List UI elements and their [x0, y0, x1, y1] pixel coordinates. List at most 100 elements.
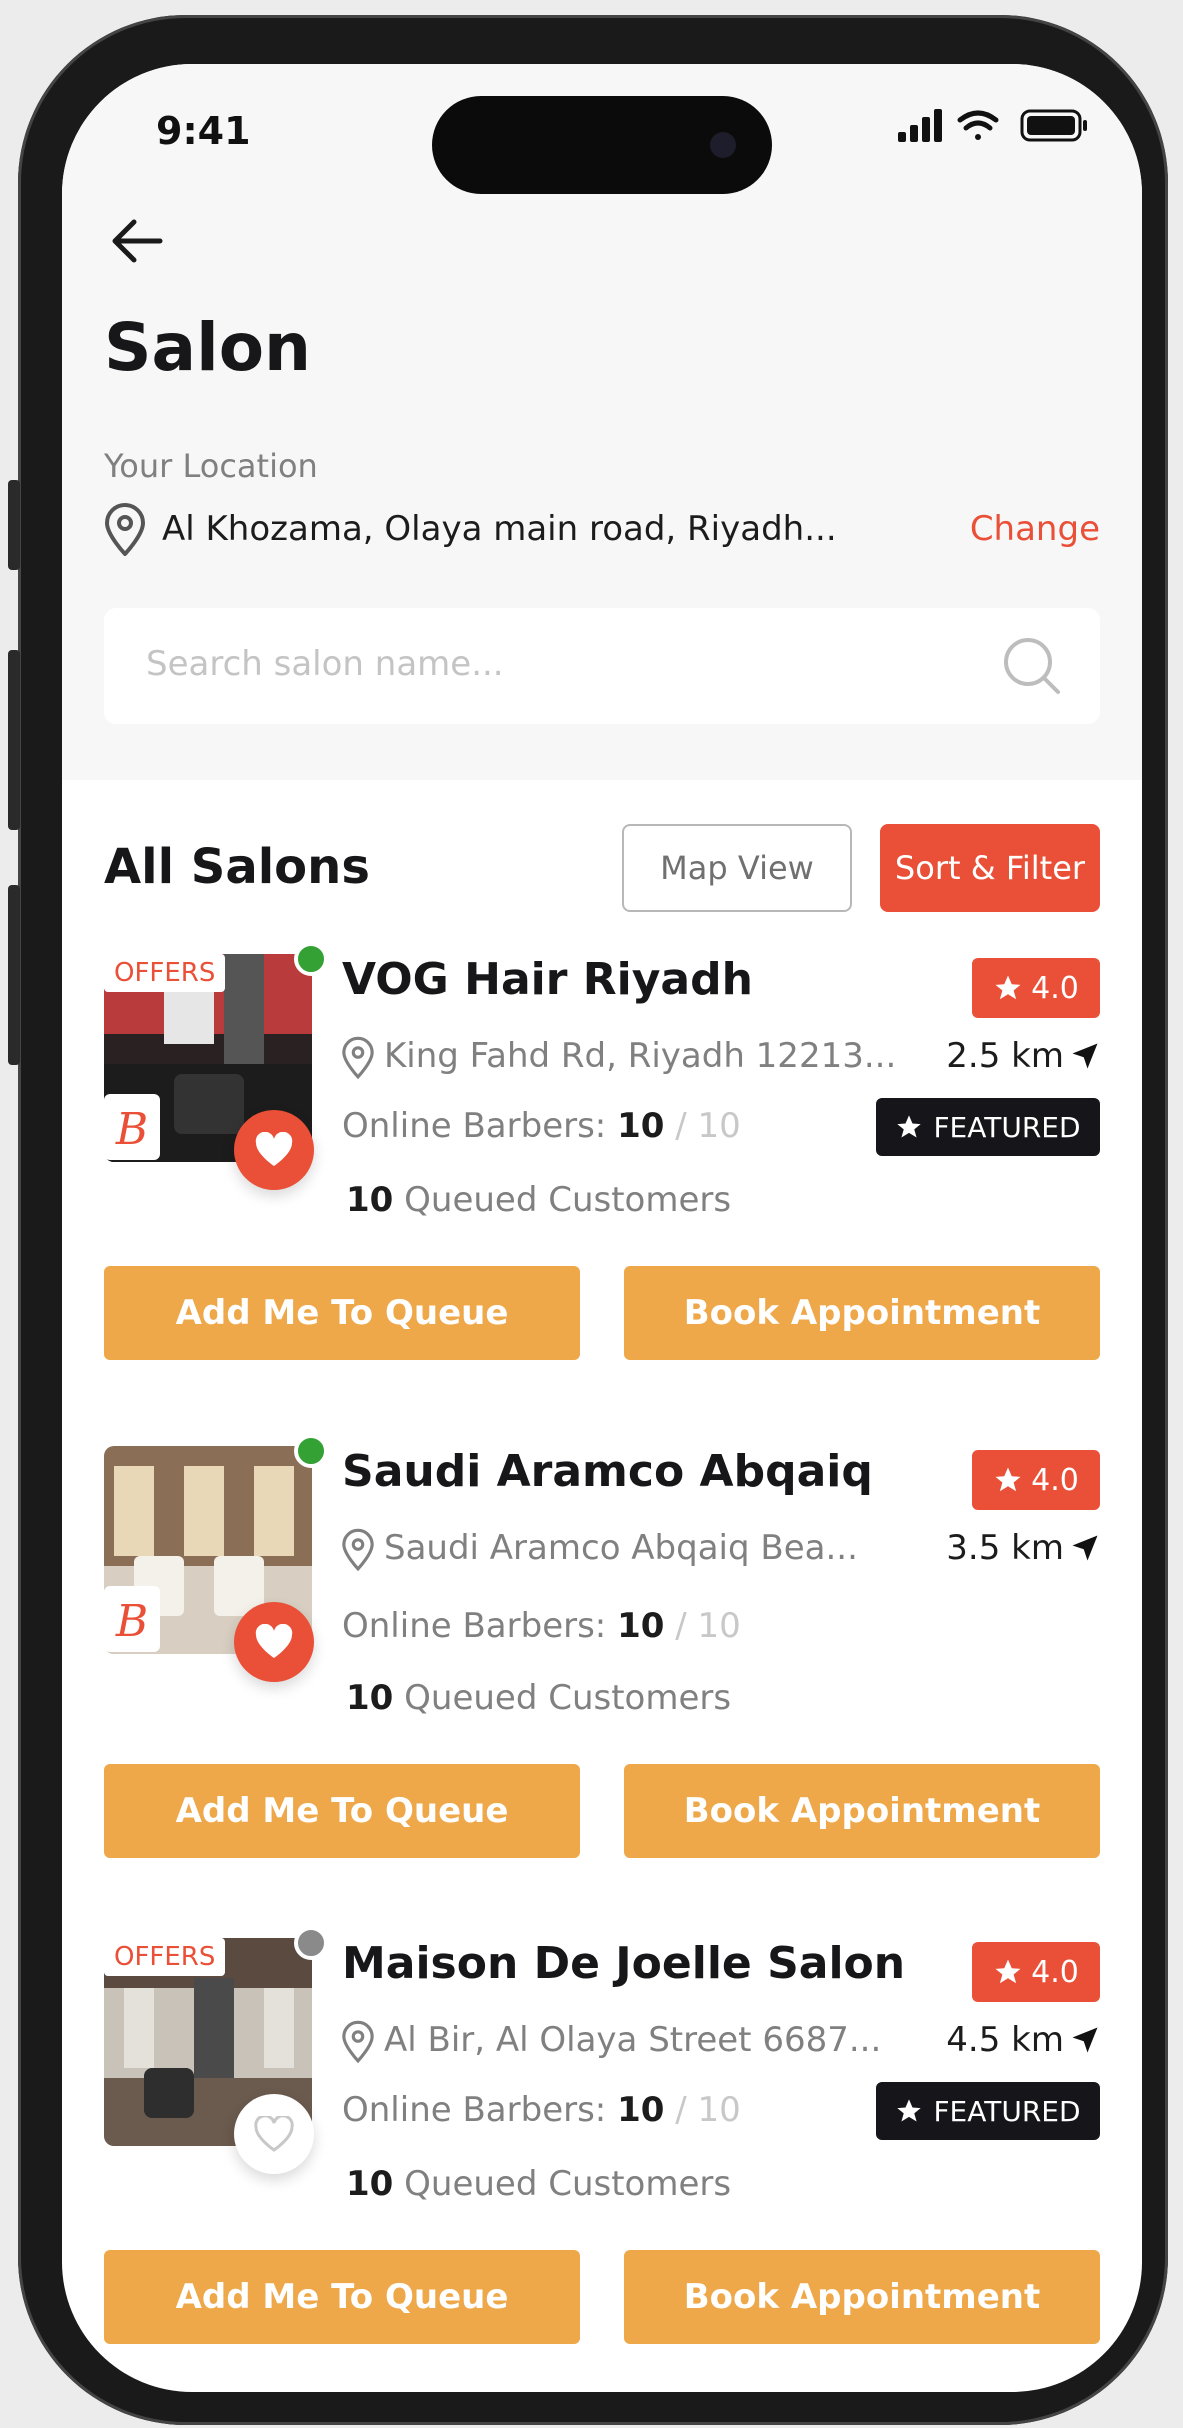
favorite-button[interactable] — [234, 1602, 314, 1682]
salon-address: Saudi Aramco Abqaiq Bea... — [384, 1528, 858, 1568]
total-barbers-count: 10 — [697, 2090, 741, 2130]
online-barbers-label: Online Barbers: — [342, 1606, 607, 1646]
featured-badge: FEATURED — [876, 1098, 1100, 1156]
featured-label: FEATURED — [933, 1110, 1081, 1144]
brand-logo: B — [104, 1586, 160, 1652]
online-barbers-count: 10 — [617, 1606, 665, 1646]
svg-text:B: B — [115, 1104, 148, 1155]
location-pin-icon — [338, 1528, 378, 1572]
heart-outline-icon — [254, 2116, 294, 2152]
favorite-button[interactable] — [234, 2094, 314, 2174]
signal-icon — [898, 109, 942, 142]
salon-name[interactable]: VOG Hair Riyadh — [342, 954, 753, 1005]
star-icon — [897, 1115, 922, 1138]
queued-customers: 10 Queued Customers — [346, 1180, 731, 1220]
rating-badge: 4.0 — [972, 1450, 1100, 1510]
search-box — [104, 608, 1100, 724]
phone-action-button — [8, 480, 20, 570]
online-status-dot — [294, 1434, 328, 1468]
location-value: Al Khozama, Olaya main road, Riyadh... — [162, 509, 837, 549]
location-pin-icon — [338, 1036, 378, 1080]
barbers-separator: / — [675, 2090, 687, 2130]
section-title: All Salons — [104, 839, 370, 895]
distance-value: 3.5 km — [946, 1528, 1064, 1568]
star-icon — [995, 1467, 1021, 1492]
queued-count: 10 — [346, 1678, 394, 1718]
salon-address: King Fahd Rd, Riyadh 12213... — [384, 1036, 897, 1076]
navigation-arrow-icon — [1072, 2027, 1098, 2053]
barbers-separator: / — [675, 1106, 687, 1146]
offline-status-dot — [294, 1926, 328, 1960]
queued-label: Queued Customers — [404, 1180, 732, 1220]
navigation-arrow-icon — [1072, 1043, 1098, 1069]
queued-customers: 10 Queued Customers — [346, 1678, 731, 1718]
svg-text:B: B — [115, 1596, 148, 1647]
featured-badge: FEATURED — [876, 2082, 1100, 2140]
rating-badge: 4.0 — [972, 1942, 1100, 2002]
sort-filter-button[interactable]: Sort & Filter — [880, 824, 1100, 912]
queued-label: Queued Customers — [404, 2164, 732, 2204]
search-input[interactable] — [146, 644, 966, 684]
salon-name[interactable]: Maison De Joelle Salon — [342, 1938, 905, 1989]
favorite-button[interactable] — [234, 1110, 314, 1190]
salon-card: OFFERS Maison De Joelle Salon 4.0 Al Bir… — [62, 1926, 1142, 2378]
book-appointment-button[interactable]: Book Appointment — [624, 1266, 1100, 1360]
heart-icon — [255, 1132, 293, 1166]
add-to-queue-button[interactable]: Add Me To Queue — [104, 1266, 580, 1360]
salon-card: B Saudi Aramco Abqaiq 4.0 Saudi Aramco A… — [62, 1434, 1142, 1886]
add-to-queue-button[interactable]: Add Me To Queue — [104, 2250, 580, 2344]
change-location-link[interactable]: Change — [970, 509, 1100, 549]
online-barbers: Online Barbers: 10 / 10 — [342, 1106, 741, 1146]
online-barbers: Online Barbers: 10 / 10 — [342, 1606, 741, 1646]
heart-icon — [255, 1624, 293, 1658]
salon-distance: 2.5 km — [946, 1036, 1100, 1076]
location-label: Your Location — [104, 447, 318, 485]
map-view-button[interactable]: Map View — [622, 824, 852, 912]
online-barbers-count: 10 — [617, 2090, 665, 2130]
battery-icon — [1020, 109, 1087, 142]
dynamic-island — [432, 96, 772, 194]
salon-address: Al Bir, Al Olaya Street 6687... — [384, 2020, 882, 2060]
star-icon — [995, 1959, 1021, 1984]
search-icon[interactable] — [1000, 634, 1064, 698]
online-barbers-count: 10 — [617, 1106, 665, 1146]
arrow-left-icon — [112, 219, 163, 263]
queued-label: Queued Customers — [404, 1678, 732, 1718]
online-barbers-label: Online Barbers: — [342, 2090, 607, 2130]
queued-count: 10 — [346, 1180, 394, 1220]
rating-value: 4.0 — [1031, 1954, 1079, 1990]
offers-badge: OFFERS — [104, 1938, 226, 1976]
back-button[interactable] — [102, 206, 172, 276]
book-appointment-button[interactable]: Book Appointment — [624, 1764, 1100, 1858]
online-barbers: Online Barbers: 10 / 10 — [342, 2090, 741, 2130]
total-barbers-count: 10 — [697, 1106, 741, 1146]
phone-volume-down-button — [8, 885, 20, 1065]
rating-value: 4.0 — [1031, 1462, 1079, 1498]
add-to-queue-button[interactable]: Add Me To Queue — [104, 1764, 580, 1858]
page-title: Salon — [104, 309, 312, 386]
featured-label: FEATURED — [933, 2094, 1081, 2128]
queued-count: 10 — [346, 2164, 394, 2204]
book-appointment-button[interactable]: Book Appointment — [624, 2250, 1100, 2344]
total-barbers-count: 10 — [697, 1606, 741, 1646]
status-icons — [898, 106, 1098, 146]
rating-badge: 4.0 — [972, 958, 1100, 1018]
distance-value: 2.5 km — [946, 1036, 1064, 1076]
star-icon — [995, 975, 1021, 1000]
wifi-icon — [957, 110, 999, 140]
navigation-arrow-icon — [1072, 1535, 1098, 1561]
queued-customers: 10 Queued Customers — [346, 2164, 731, 2204]
phone-volume-up-button — [8, 650, 20, 830]
location-pin-icon — [100, 502, 150, 558]
online-barbers-label: Online Barbers: — [342, 1106, 607, 1146]
distance-value: 4.5 km — [946, 2020, 1064, 2060]
app-screen: 9:41 Salon Your Location Al Khozama, Ola… — [62, 64, 1142, 2392]
status-time: 9:41 — [156, 109, 251, 153]
offers-badge: OFFERS — [104, 954, 226, 992]
salon-name[interactable]: Saudi Aramco Abqaiq — [342, 1446, 873, 1497]
salon-distance: 3.5 km — [946, 1528, 1100, 1568]
brand-logo: B — [104, 1094, 160, 1160]
salon-distance: 4.5 km — [946, 2020, 1100, 2060]
salon-card: OFFERS B VOG Hair Riyadh 4.0 King Fahd R… — [62, 942, 1142, 1394]
location-pin-icon — [338, 2020, 378, 2064]
